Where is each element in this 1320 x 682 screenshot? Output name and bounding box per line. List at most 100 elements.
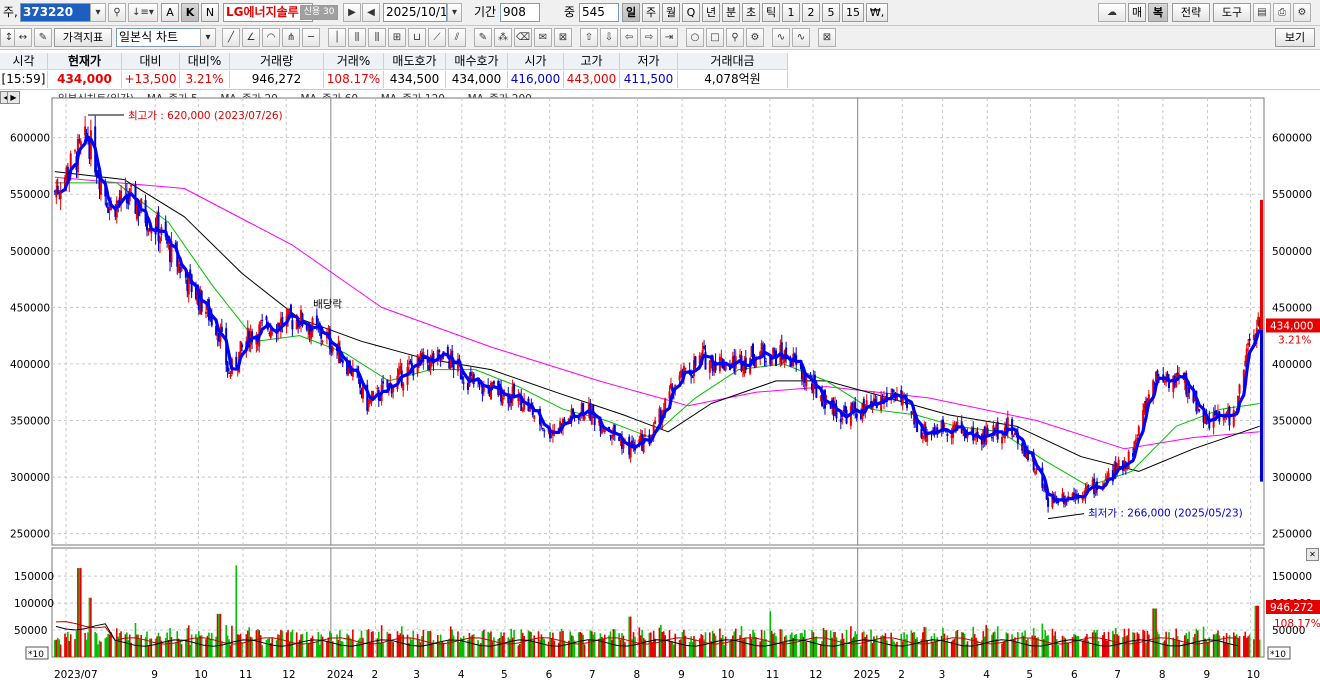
volume-bar (691, 641, 694, 657)
volume-bar (962, 632, 964, 657)
mode-k-button[interactable]: K (181, 3, 199, 22)
volume-bar (795, 633, 797, 657)
volume-bar (1247, 636, 1249, 657)
volume-bar (1042, 639, 1045, 657)
volume-bar (1104, 638, 1107, 657)
candle-body (341, 360, 344, 364)
collapse-pane-icon[interactable]: ✕ (1306, 548, 1319, 561)
interval-button[interactable]: 년 (702, 3, 720, 22)
toolbar-right-button[interactable]: 복 (1148, 3, 1168, 22)
toolbar-right-button[interactable]: 도구 (1213, 3, 1251, 22)
interval-button[interactable]: 주 (642, 3, 660, 22)
horizontal-line-icon[interactable]: ─ (302, 28, 320, 47)
edit-icon[interactable]: ✎ (34, 28, 52, 47)
wave2-icon[interactable]: ∿ (792, 28, 810, 47)
line-tool-icon[interactable]: ╱ (222, 28, 240, 47)
color-icon[interactable]: ⁂ (494, 28, 512, 47)
cloud-icon[interactable]: ☁ (1098, 3, 1126, 22)
mode-n-button[interactable]: N (201, 3, 219, 22)
volume-bar (652, 630, 655, 657)
view-button[interactable]: 보기 (1275, 28, 1315, 47)
vertical-line-icon[interactable]: │ (328, 28, 346, 47)
toolbar-right-button[interactable]: 전략 (1172, 3, 1210, 22)
interval-button[interactable]: 2 (802, 3, 820, 22)
angle-tool-icon[interactable]: ∠ (242, 28, 260, 47)
code-dropdown-icon[interactable]: ▾ (90, 3, 106, 22)
interval-button[interactable]: 분 (722, 3, 740, 22)
volume-bar (805, 641, 808, 657)
volume-bar (67, 631, 69, 657)
prev-arrow-icon[interactable]: ◀ (362, 3, 380, 22)
stock-code-input[interactable]: 373220 (20, 3, 96, 22)
candle-body (298, 326, 301, 328)
grid-tool-icon[interactable]: ⫼ (348, 28, 366, 47)
volume-bar (739, 635, 741, 657)
period-input[interactable]: 908 (500, 3, 540, 22)
volume-bar (891, 639, 894, 657)
volume-bar (783, 636, 786, 657)
volume-bar (1215, 633, 1218, 657)
interval-button[interactable]: 1 (782, 3, 800, 22)
arrow-left-right-icon[interactable]: ↔ (14, 28, 32, 47)
count-input[interactable]: 545 (579, 3, 619, 22)
search-icon[interactable]: ⚲ (108, 3, 126, 22)
interval-button[interactable]: 5 (822, 3, 840, 22)
toolbar-right-button[interactable]: 매 (1128, 3, 1146, 22)
print-icon[interactable]: ⎙ (1273, 3, 1291, 22)
mode-a-button[interactable]: A (161, 3, 179, 22)
chart-type-dropdown-icon[interactable]: ▾ (200, 28, 216, 47)
table-tool-icon[interactable]: ⊞ (388, 28, 406, 47)
config-icon[interactable]: ⚙ (746, 28, 764, 47)
arrow-up-icon[interactable]: ⇧ (580, 28, 598, 47)
rect-tool-icon[interactable]: □ (706, 28, 724, 47)
volume-bar (196, 638, 199, 657)
arrow-down-icon[interactable]: ⇩ (600, 28, 618, 47)
indicator-button[interactable]: 가격지표 (54, 28, 112, 47)
interval-button[interactable]: 월 (662, 3, 680, 22)
interval-button[interactable]: 15 (842, 3, 864, 22)
volume-bar (56, 637, 59, 657)
volume-bar (589, 630, 592, 657)
candle-body (1156, 370, 1159, 377)
interval-button[interactable]: 틱 (762, 3, 780, 22)
grid2-tool-icon[interactable]: ⫼ (368, 28, 386, 47)
settings-icon[interactable]: ⚙ (1293, 3, 1311, 22)
arc-tool-icon[interactable]: ◠ (262, 28, 280, 47)
box-tool-icon[interactable]: ⊠ (554, 28, 572, 47)
eraser-icon[interactable]: ⌫ (514, 28, 532, 47)
arrow-right-icon[interactable]: ⇨ (640, 28, 658, 47)
volume-bar (684, 635, 687, 657)
x-tick-label: 2025 (854, 669, 881, 681)
fan-tool-icon[interactable]: ⋔ (282, 28, 300, 47)
volume-bar (432, 639, 435, 657)
arrow-end-icon[interactable]: ⇥ (660, 28, 678, 47)
stock-chart[interactable]: 2023/07 9 10 11 12 2024 2 3 4 5 6 7 8 9 10 11 12 2025 2 3 4 5… (0, 90, 1320, 682)
mail-icon[interactable]: ✉ (534, 28, 552, 47)
arrow-left-icon[interactable]: ⇦ (620, 28, 638, 47)
volume-bar (497, 638, 500, 657)
interval-button[interactable]: 일 (622, 3, 640, 22)
sort-icon[interactable]: ↓≡▾ (128, 3, 158, 22)
volume-bar (960, 631, 963, 657)
candle-body (490, 382, 493, 400)
period-label: 기간 (474, 5, 497, 19)
scroll-right-icon[interactable]: ▶ (7, 91, 20, 104)
circle-tool-icon[interactable]: ○ (686, 28, 704, 47)
trend-tool-icon[interactable]: ⟋ (428, 28, 446, 47)
channel-tool-icon[interactable]: ⊔ (408, 28, 426, 47)
calendar-dropdown-icon[interactable]: ▾ (447, 3, 462, 22)
volume-bar (940, 635, 943, 657)
interval-button[interactable]: ₩, (866, 3, 888, 22)
candle-body (1134, 439, 1137, 442)
next-arrow-icon[interactable]: ▶ (343, 3, 361, 22)
x-tick-label: 4 (983, 669, 990, 681)
wave-icon[interactable]: ∿ (772, 28, 790, 47)
date-input[interactable]: 2025/10/17 (383, 3, 447, 22)
interval-button[interactable]: 초 (742, 3, 760, 22)
parallel-tool-icon[interactable]: ⫽ (448, 28, 466, 47)
pencil-icon[interactable]: ✎ (474, 28, 492, 47)
zoom-icon[interactable]: ⚲ (726, 28, 744, 47)
folder-icon[interactable]: ▤ (1253, 3, 1271, 22)
close-box-icon[interactable]: ⊠ (818, 28, 836, 47)
interval-button[interactable]: Q (682, 3, 700, 22)
